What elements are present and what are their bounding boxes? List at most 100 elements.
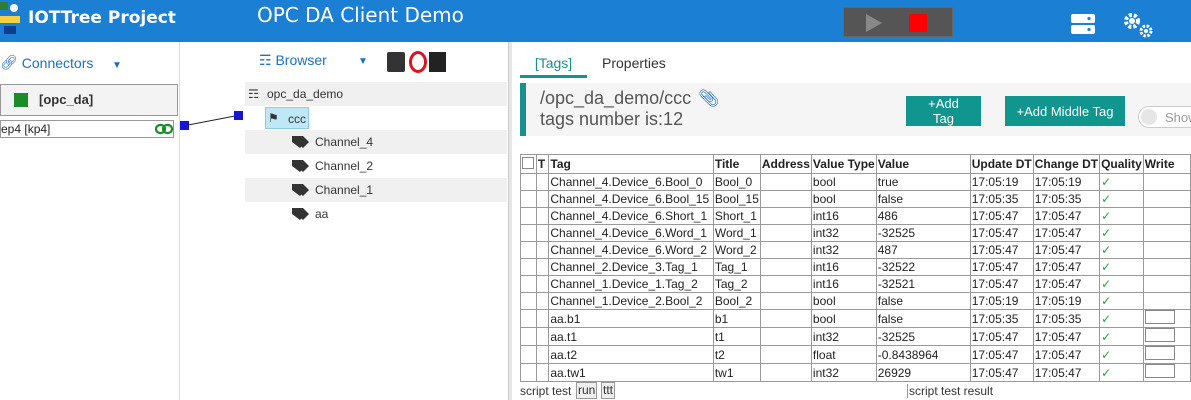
run-button[interactable]: run	[576, 382, 598, 399]
server-icon[interactable]	[1070, 13, 1096, 35]
quality-ok-icon: ✓	[1099, 190, 1144, 208]
column-header: Address	[759, 154, 812, 174]
ttt-button[interactable]: ttt	[601, 382, 616, 399]
connector-item[interactable]: [opc_da]	[0, 84, 178, 116]
table-cell: Channel_2.Device_3.Tag_1	[548, 258, 714, 276]
node-path: /opc_da_demo/ccc	[540, 88, 692, 108]
row-checkbox-cell	[520, 241, 537, 259]
table-cell: -32525	[875, 224, 971, 242]
table-cell: 17:05:35	[1032, 190, 1101, 208]
table-cell: bool	[810, 190, 877, 208]
table-row[interactable]: Channel_2.Device_3.Tag_1 Tag_1 int16 -32522…	[520, 258, 1191, 276]
table-cell: 17:05:47	[1032, 224, 1101, 242]
table-cell: 17:05:47	[1032, 241, 1101, 259]
toggle-knob	[1141, 109, 1157, 125]
table-cell	[759, 275, 812, 293]
write-input[interactable]	[1144, 346, 1175, 360]
row-checkbox-cell	[520, 345, 537, 364]
quality-ok-icon: ✓	[1099, 173, 1144, 191]
table-cell: t1	[712, 327, 761, 346]
connector-name: [opc_da]	[39, 92, 94, 107]
column-header: Title	[712, 154, 761, 174]
sitemap-icon: ☶	[259, 52, 272, 68]
write-input[interactable]	[1144, 328, 1175, 342]
table-cell: bool	[810, 173, 877, 191]
connector-sub-label: ep4 [kp4]	[1, 122, 51, 136]
table-cell: Bool_15	[712, 190, 761, 208]
type-cell	[535, 345, 550, 364]
tree-root[interactable]: ☶ opc_da_demo	[245, 82, 507, 106]
table-cell: 17:05:19	[1032, 292, 1101, 310]
connectors-menu[interactable]: 🔗︎ Connectors	[0, 54, 93, 71]
table-cell: t2	[712, 345, 761, 364]
stop-icon[interactable]	[909, 14, 927, 32]
play-icon[interactable]	[864, 13, 884, 33]
paperclip-icon[interactable]: 📎︎	[698, 89, 720, 109]
tab-tags[interactable]: [Tags]	[520, 52, 587, 78]
quality-ok-icon: ✓	[1099, 224, 1144, 242]
quality-ok-icon: ✓	[1099, 292, 1144, 310]
table-cell: 17:05:47	[969, 258, 1034, 276]
table-row[interactable]: Channel_4.Device_6.Bool_15 Bool_15 bool fal…	[520, 190, 1191, 208]
table-row[interactable]: aa.t2 t2 float -0.8438964 17:05:47 17:05:47 ✓	[520, 345, 1191, 364]
table-cell: Channel_4.Device_6.Word_2	[548, 241, 714, 259]
table-cell: false	[875, 190, 971, 208]
tags-icon	[292, 136, 309, 148]
table-row[interactable]: Channel_1.Device_2.Bool_2 Bool_2 bool false…	[520, 292, 1191, 310]
table-cell: 17:05:35	[969, 309, 1034, 328]
table-row[interactable]: Channel_1.Device_1.Tag_2 Tag_2 int16 -32521…	[520, 275, 1191, 293]
table-cell: aa.tw1	[548, 363, 714, 382]
add-middle-tag-button[interactable]: +Add Middle Tag	[1005, 96, 1125, 126]
add-tag-button[interactable]: +Add Tag	[906, 96, 981, 126]
table-row[interactable]: aa.tw1 tw1 int32 26929 17:05:47 17:05:47 ✓	[520, 363, 1191, 382]
table-row[interactable]: Channel_4.Device_6.Word_2 Word_2 int32 487 1…	[520, 241, 1191, 259]
select-all-checkbox[interactable]	[520, 154, 537, 174]
connector-sub-item[interactable]: ep4 [kp4]	[0, 120, 174, 138]
table-cell: int16	[810, 275, 877, 293]
page-title: OPC DA Client Demo	[257, 3, 464, 27]
gear-icon[interactable]	[1120, 10, 1156, 40]
write-input[interactable]	[1144, 310, 1175, 324]
table-cell: float	[810, 345, 877, 364]
row-checkbox-cell	[520, 258, 537, 276]
connectors-pane: 🔗︎ Connectors ▼ [opc_da] ep4 [kp4]	[0, 42, 180, 400]
tab-properties[interactable]: Properties	[602, 55, 666, 71]
table-cell	[759, 224, 812, 242]
tree-item-channel-1[interactable]: Channel_1	[245, 178, 507, 202]
share-icon[interactable]	[387, 52, 405, 72]
script-result: script test result	[907, 384, 994, 398]
document-icon[interactable]	[429, 52, 446, 72]
table-row[interactable]: Channel_4.Device_6.Short_1 Short_1 int16 48…	[520, 207, 1191, 225]
column-header: Tag	[548, 154, 714, 174]
row-checkbox-cell	[520, 207, 537, 225]
table-cell: 17:05:35	[969, 190, 1034, 208]
type-cell	[535, 190, 550, 208]
tags-icon	[292, 160, 309, 172]
table-cell: 17:05:35	[1032, 309, 1101, 328]
table-row[interactable]: Channel_4.Device_6.Word_1 Word_1 int32 -325…	[520, 224, 1191, 242]
quality-ok-icon: ✓	[1099, 345, 1144, 364]
tree-item-channel-2[interactable]: Channel_2	[245, 154, 507, 178]
table-row[interactable]: aa.b1 b1 bool false 17:05:35 17:05:35 ✓	[520, 309, 1191, 328]
show-toggle[interactable]: Show	[1138, 106, 1191, 128]
tree-item-ccc[interactable]: ccc ⚑	[245, 106, 507, 130]
run-control	[843, 7, 953, 37]
table-row[interactable]: aa.t1 t1 int32 -32525 17:05:47 17:05:47 ✓	[520, 327, 1191, 346]
chevron-down-icon[interactable]: ▼	[112, 60, 122, 71]
browser-menu[interactable]: ☶ Browser	[259, 52, 327, 69]
table-cell: 17:05:47	[969, 207, 1034, 225]
table-cell: -32522	[875, 258, 971, 276]
table-cell	[759, 207, 812, 225]
table-row[interactable]: Channel_4.Device_6.Bool_0 Bool_0 bool true 1…	[520, 173, 1191, 191]
channel-port[interactable]	[234, 111, 243, 120]
tree-item-aa[interactable]: aa	[245, 202, 507, 226]
refresh-ring-icon[interactable]	[409, 51, 427, 73]
write-cell	[1142, 241, 1191, 259]
table-cell: false	[875, 292, 971, 310]
table-header-row: T Tag Title Address Value Type Value Update DT…	[520, 154, 1191, 174]
chevron-down-icon[interactable]: ▼	[358, 56, 368, 67]
write-input[interactable]	[1144, 364, 1175, 378]
table-cell: -0.8438964	[875, 345, 971, 364]
tree-item-channel-4[interactable]: Channel_4	[245, 130, 507, 154]
checkbox[interactable]	[522, 156, 534, 169]
